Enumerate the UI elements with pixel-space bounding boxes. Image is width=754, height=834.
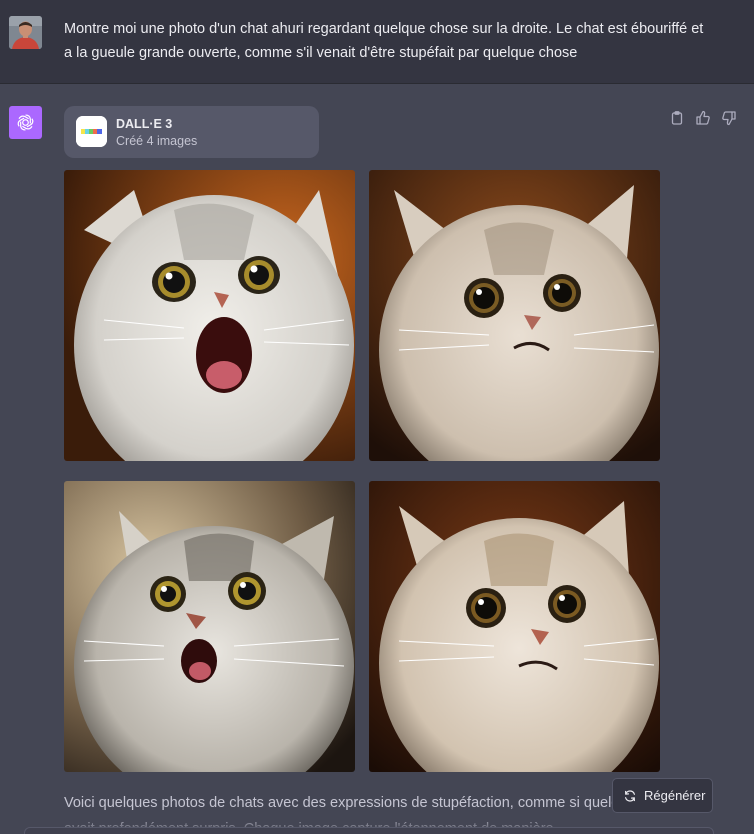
generated-image-3[interactable] <box>64 481 355 772</box>
generated-image-2[interactable] <box>369 170 660 461</box>
refresh-icon <box>625 789 635 802</box>
thumbs-up-icon[interactable] <box>695 110 711 126</box>
user-message-row: Montre moi une photo d'un chat ahuri reg… <box>0 0 754 84</box>
tool-card-subtitle: Créé 4 images <box>116 134 198 148</box>
user-avatar <box>9 16 42 49</box>
regenerate-label: Régénérer <box>644 788 706 803</box>
regenerate-button[interactable]: Régénérer <box>612 778 713 813</box>
assistant-message-row: DALL·E 3 Créé 4 images Voici quelques ph… <box>0 84 754 834</box>
message-input-box[interactable] <box>24 827 714 834</box>
clipboard-icon[interactable] <box>669 110 685 126</box>
user-message-text: Montre moi une photo d'un chat ahuri reg… <box>64 21 704 61</box>
tool-card-title: DALL·E 3 <box>116 117 173 131</box>
generated-image-1[interactable] <box>64 170 355 461</box>
thumbs-down-icon[interactable] <box>721 110 737 126</box>
openai-logo-icon <box>9 106 42 139</box>
dalle-tool-card[interactable]: DALL·E 3 Créé 4 images <box>64 106 319 158</box>
dalle-logo-icon <box>76 116 107 147</box>
generated-image-4[interactable] <box>369 481 660 772</box>
